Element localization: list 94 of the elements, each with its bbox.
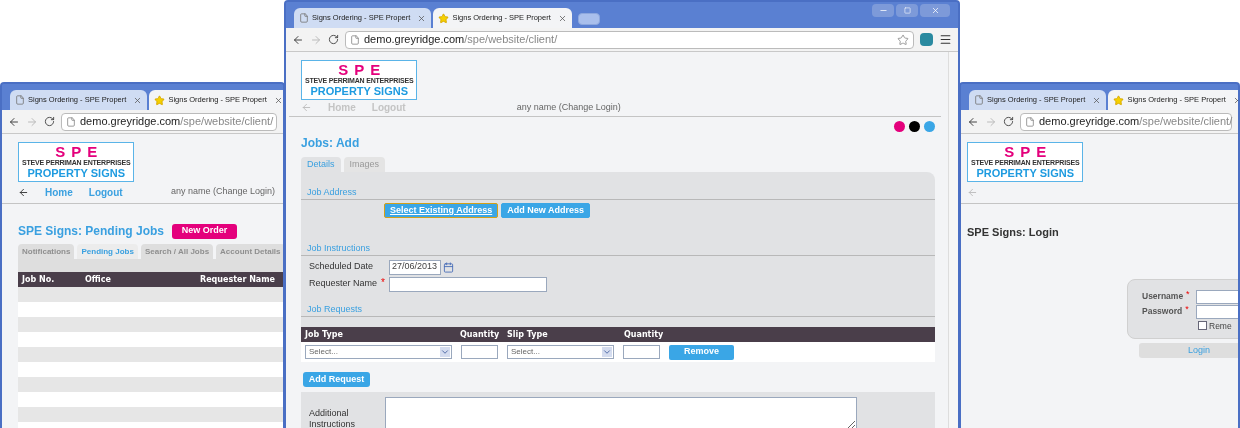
required-marker: * [1186,288,1190,302]
back-icon[interactable] [292,33,304,46]
page-tab[interactable]: Account Details [216,244,283,259]
slip-type-select[interactable]: Select... [507,345,614,359]
close-button[interactable] [920,4,950,17]
column-header: Quantity [624,328,664,341]
close-icon[interactable] [1092,95,1102,105]
calendar-icon[interactable] [443,261,454,273]
page-tab[interactable]: Notifications [18,244,75,259]
requester-name-field[interactable] [389,276,547,292]
address-bar[interactable]: demo.greyridge.com/spe/website/client/ [61,112,277,131]
nav-link[interactable]: Logout [88,184,123,200]
column-header: Office [85,273,111,286]
address-button[interactable]: Select Existing Address [384,203,499,218]
address-text: demo.greyridge.com/spe/website/client/ [364,32,558,48]
field-label: Scheduled Date [309,260,374,274]
logo-name: PROPERTY SIGNS [976,167,1074,179]
menu-icon[interactable] [939,33,952,46]
column-header: Slip Type [507,328,549,341]
logo-name: PROPERTY SIGNS [27,167,125,179]
back-arrow-icon[interactable] [18,186,29,198]
page-icon [299,13,309,23]
close-icon[interactable] [273,95,283,105]
address-text: demo.greyridge.com/spe/website/client/ [1039,114,1233,130]
color-swatch[interactable] [909,121,920,132]
maximize-button[interactable] [896,4,918,17]
date-field[interactable]: 27/06/2013 [389,259,441,275]
page-tab[interactable]: Pending Jobs [77,244,138,259]
address-button[interactable]: Add New Address [501,203,590,218]
address-bar[interactable]: demo.greyridge.com/spe/website/client/ [1020,112,1232,131]
close-icon[interactable] [1232,95,1238,105]
field-label: Additional Instructions [309,408,357,428]
page-icon [15,95,25,105]
star-icon [154,94,166,106]
new-tab-button[interactable] [577,13,600,25]
column-header: Requester Name [199,273,275,286]
page-heading: Jobs: Add [301,135,361,152]
section-title: Job Instructions [307,241,371,255]
required-marker: * [1185,303,1189,317]
color-swatch[interactable] [894,121,905,132]
additional-instructions-field[interactable] [385,397,857,428]
page-icon [66,116,76,127]
address-bar[interactable]: demo.greyridge.com/spe/website/client/ [345,30,914,49]
remember-label: Reme [1209,319,1232,333]
close-icon [930,6,940,15]
section-title: Job Requests [307,302,363,316]
logo-initials: SPE [1003,145,1053,159]
remove-button[interactable]: Remove [669,344,734,360]
new-order-button[interactable]: New Order [172,223,237,239]
required-marker: * [381,275,385,290]
page-heading: SPE Signs: Login [967,225,1060,240]
reload-icon[interactable] [1003,116,1014,127]
minimize-button[interactable] [872,4,894,17]
reload-icon[interactable] [328,34,339,45]
add-request-button[interactable]: Add Request [303,372,370,388]
column-header: Job Type [305,328,344,341]
remember-checkbox[interactable] [1198,321,1207,331]
logo-initials: SPE [54,145,104,159]
close-icon[interactable] [133,95,143,105]
close-icon[interactable] [557,13,567,23]
field-label: Password [1142,305,1183,318]
star-icon [438,12,450,24]
nav-link[interactable]: Home [45,184,73,200]
star-icon [1113,94,1125,106]
close-icon[interactable] [417,13,427,23]
bookmark-star-icon[interactable] [897,33,909,46]
field-label: Username [1142,290,1184,303]
dropdown-icon [602,347,612,357]
reload-icon[interactable] [44,116,55,127]
color-swatch[interactable] [924,121,935,132]
maximize-icon [903,7,911,14]
section-title: Job Address [307,185,357,199]
column-header: Quantity [460,328,501,341]
page-icon [974,95,984,105]
address-text: demo.greyridge.com/spe/website/client/ [80,114,274,130]
field-label: Requester Name [309,277,378,291]
page-tab[interactable]: Details [301,157,341,172]
user-name[interactable]: any name (Change Login) [170,185,275,199]
page-icon [350,34,360,45]
page-tab[interactable]: Images [343,157,386,172]
back-icon[interactable] [8,115,20,128]
quantity-field[interactable] [461,345,498,359]
quantity-field[interactable] [623,345,660,359]
user-name[interactable]: any name (Change Login) [516,100,621,115]
logo-initials: SPE [337,63,387,77]
column-header: Job No. [22,273,56,286]
dropdown-icon [440,347,450,357]
page-heading: SPE Signs: Pending Jobs [18,223,166,240]
back-icon[interactable] [967,115,979,128]
extension-icon[interactable] [920,33,933,46]
page-tab[interactable]: Search / All Jobs [140,244,214,259]
job-type-select[interactable]: Select... [305,345,452,359]
page-icon [1025,116,1035,127]
logo-name: PROPERTY SIGNS [310,85,408,97]
